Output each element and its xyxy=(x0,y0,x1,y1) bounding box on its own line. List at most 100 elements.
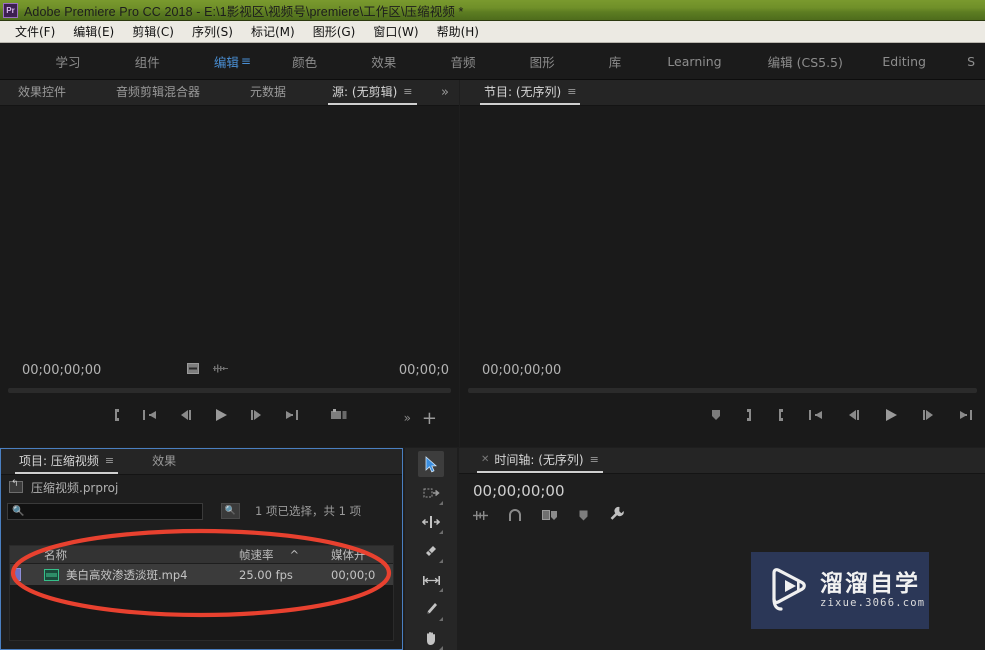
tab-label: 元数据 xyxy=(250,85,287,99)
go-to-in-icon[interactable] xyxy=(142,408,158,422)
double-chevron-right-icon[interactable]: » xyxy=(435,82,459,105)
source-video-canvas[interactable] xyxy=(0,106,459,352)
selection-tool[interactable] xyxy=(418,451,444,477)
workspace-tab-editing[interactable]: 编辑 ≡ xyxy=(204,43,261,80)
workspace-tab-learning-cn[interactable]: 学习 xyxy=(46,43,91,80)
menu-item-clip[interactable]: 剪辑(C) xyxy=(123,21,183,42)
hamburger-icon[interactable]: ≡ xyxy=(105,454,114,467)
insert-icon[interactable] xyxy=(330,408,348,422)
razor-tool[interactable] xyxy=(418,538,444,564)
mark-in-icon[interactable] xyxy=(744,408,754,422)
step-forward-icon[interactable] xyxy=(921,408,936,422)
tab-effect-controls[interactable]: 效果控件 xyxy=(6,80,78,105)
close-icon[interactable]: ✕ xyxy=(481,454,489,465)
sort-ascending-icon[interactable]: ^ xyxy=(290,548,300,562)
search-input[interactable] xyxy=(28,505,202,517)
pr-icon: Pr xyxy=(3,2,18,18)
tab-label: 效果 xyxy=(152,454,177,468)
double-chevron-right-icon[interactable]: » xyxy=(404,411,411,425)
snap-icon[interactable] xyxy=(508,507,522,526)
source-current-timecode[interactable]: 00;00;00;00 xyxy=(22,363,101,378)
nest-sequence-icon[interactable] xyxy=(473,507,488,526)
button-editor-add-icon[interactable]: + xyxy=(422,408,437,429)
hand-tool[interactable] xyxy=(418,625,444,650)
program-video-canvas[interactable] xyxy=(460,106,985,352)
hamburger-icon[interactable]: ≡ xyxy=(403,85,412,98)
workspace-tab-graphics[interactable]: 图形 xyxy=(520,43,565,80)
workspace-tab-editing-en[interactable]: Editing xyxy=(872,43,936,80)
tab-effects[interactable]: 效果 xyxy=(140,449,188,474)
tab-project[interactable]: 项目: 压缩视频 ≡ xyxy=(7,449,126,474)
go-to-in-icon[interactable] xyxy=(808,408,824,422)
tools-panel xyxy=(405,448,457,650)
linked-selection-icon[interactable] xyxy=(542,507,558,526)
column-header-name[interactable]: 名称 xyxy=(44,547,239,563)
menu-item-help[interactable]: 帮助(H) xyxy=(428,21,488,42)
settings-wrench-icon[interactable] xyxy=(609,506,625,526)
workspace-tab-audio[interactable]: 音频 xyxy=(440,43,485,80)
source-duration-timecode[interactable]: 00;00;0 xyxy=(399,363,449,378)
window-title-bar: Pr Adobe Premiere Pro CC 2018 - E:\1影视区\… xyxy=(0,0,985,21)
hamburger-icon[interactable]: ≡ xyxy=(567,85,576,98)
hamburger-icon[interactable]: ≡ xyxy=(241,55,251,67)
mark-out-icon[interactable] xyxy=(112,408,122,422)
menu-item-window[interactable]: 窗口(W) xyxy=(364,21,427,42)
column-header-media-start[interactable]: 媒体开 xyxy=(331,547,393,563)
workspace-tab-learning[interactable]: Learning xyxy=(657,43,731,80)
workspace-tab-more[interactable]: S xyxy=(957,43,985,80)
menu-bar: 文件(F) 编辑(E) 剪辑(C) 序列(S) 标记(M) 图形(G) 窗口(W… xyxy=(0,21,985,43)
program-scrub-bar[interactable] xyxy=(468,388,977,393)
add-marker-icon[interactable] xyxy=(578,507,589,526)
breadcrumb-label: 压缩视频.prproj xyxy=(31,480,119,495)
program-current-timecode[interactable]: 00;00;00;00 xyxy=(482,363,561,378)
parent-folder-icon[interactable] xyxy=(9,479,23,493)
tab-audio-clip-mixer[interactable]: 音频剪辑混合器 xyxy=(104,80,212,105)
step-back-icon[interactable] xyxy=(178,408,193,422)
premiere-pro-window: Pr Adobe Premiere Pro CC 2018 - E:\1影视区\… xyxy=(0,0,985,650)
go-to-out-icon[interactable] xyxy=(284,408,300,422)
play-icon[interactable] xyxy=(213,407,229,423)
step-back-icon[interactable] xyxy=(846,408,861,422)
tab-metadata[interactable]: 元数据 xyxy=(238,80,298,105)
pen-tool[interactable] xyxy=(418,596,444,622)
workspace-label: 图形 xyxy=(529,54,555,70)
column-header-frame-rate[interactable]: 帧速率 ^ xyxy=(239,547,331,563)
ripple-edit-tool[interactable] xyxy=(418,509,444,535)
search-box[interactable]: 🔍 xyxy=(7,502,203,520)
track-select-forward-tool[interactable] xyxy=(418,480,444,506)
step-forward-icon[interactable] xyxy=(249,408,264,422)
program-monitor-panel: 节目: (无序列) ≡ 00;00;00;00 xyxy=(460,80,985,447)
workspace-label: 编辑 xyxy=(213,54,239,70)
source-timecode-row: 00;00;00;00 00;00;0 xyxy=(0,357,459,383)
slip-tool[interactable] xyxy=(418,567,444,593)
workspace-tab-effects[interactable]: 效果 xyxy=(361,43,406,80)
mark-out-icon[interactable] xyxy=(776,408,786,422)
add-marker-icon[interactable] xyxy=(710,408,722,422)
hamburger-icon[interactable]: ≡ xyxy=(590,453,599,466)
menu-item-file[interactable]: 文件(F) xyxy=(6,21,64,42)
workspace-label: 学习 xyxy=(55,54,81,70)
workspace-tab-editing-cs55[interactable]: 编辑 (CS5.5) xyxy=(758,43,853,80)
workspace-tab-libraries[interactable]: 库 xyxy=(599,43,632,80)
playback-resolution-icon[interactable] xyxy=(212,363,229,377)
menu-item-marker[interactable]: 标记(M) xyxy=(242,21,304,42)
tab-source[interactable]: 源: (无剪辑) ≡ xyxy=(320,80,424,105)
select-zoom-level-icon[interactable] xyxy=(186,363,199,377)
workspace-tab-assembly[interactable]: 组件 xyxy=(125,43,170,80)
timeline-playhead-timecode[interactable]: 00;00;00;00 xyxy=(459,474,985,500)
row-frame-rate: 25.00 fps xyxy=(239,567,293,582)
timeline-panel-tab-strip: ✕ 时间轴: (无序列) ≡ xyxy=(459,448,985,474)
workspace-tab-color[interactable]: 颜色 xyxy=(282,43,327,80)
menu-item-edit[interactable]: 编辑(E) xyxy=(64,21,123,42)
tab-timeline[interactable]: ✕ 时间轴: (无序列) ≡ xyxy=(469,448,611,473)
go-to-out-icon[interactable] xyxy=(958,408,974,422)
menu-item-graphics[interactable]: 图形(G) xyxy=(304,21,365,42)
menu-item-sequence[interactable]: 序列(S) xyxy=(183,21,242,42)
filter-icon[interactable]: 🔍 xyxy=(221,503,240,519)
tab-program[interactable]: 节目: (无序列) ≡ xyxy=(472,80,588,105)
play-icon[interactable] xyxy=(883,407,899,423)
workspace-label: Editing xyxy=(882,53,926,69)
source-scrub-bar[interactable] xyxy=(8,388,451,393)
table-row[interactable]: 美白高效渗透淡斑.mp4 25.00 fps 00;00;0 xyxy=(10,564,393,585)
search-icon: 🔍 xyxy=(12,505,25,517)
